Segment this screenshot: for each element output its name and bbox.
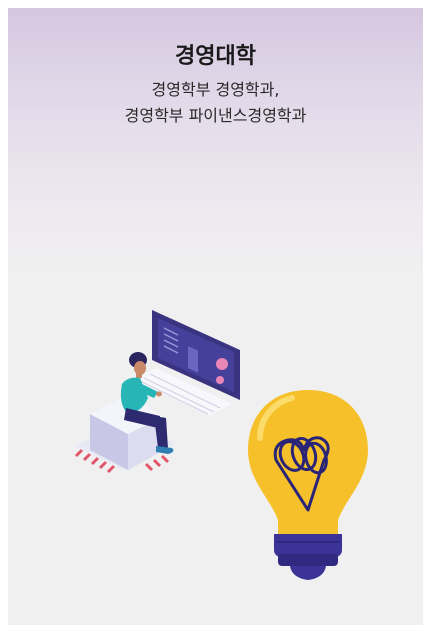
lightbulb-icon bbox=[248, 390, 368, 580]
department-title: 경영대학 bbox=[175, 44, 256, 69]
department-subtitle-line2: 경영학부 파이낸스경영학과 bbox=[124, 106, 307, 125]
department-subtitle-line1: 경영학부 경영학과, bbox=[151, 80, 280, 99]
monitor-keyboard-icon bbox=[134, 310, 240, 416]
department-illustration bbox=[74, 310, 368, 580]
department-card[interactable]: 경영대학 경영학부 경영학과, 경영학부 파이낸스경영학과 bbox=[8, 8, 423, 625]
